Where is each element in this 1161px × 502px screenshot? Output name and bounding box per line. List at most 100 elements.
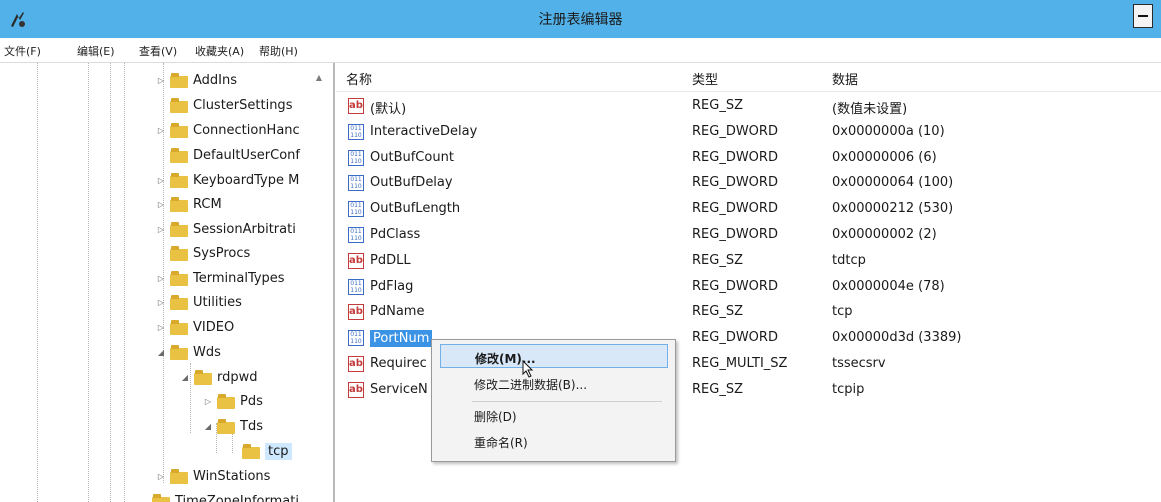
menu-edit[interactable]: 编辑(E) <box>77 43 115 59</box>
tree-item-timezoneinformation[interactable]: TimeZoneInformati <box>138 489 299 502</box>
folder-icon <box>170 148 188 163</box>
value-type: REG_DWORD <box>692 330 778 345</box>
value-name: PdClass <box>370 227 420 242</box>
table-row[interactable]: abPdNameREG_SZtcp <box>336 299 1161 325</box>
folder-icon <box>170 295 188 310</box>
binary-value-icon: 011 110 <box>348 279 364 295</box>
table-row[interactable]: abPdDLLREG_SZtdtcp <box>336 248 1161 274</box>
title-bar: 注册表编辑器 <box>0 0 1161 38</box>
column-header-data[interactable]: 数据 <box>832 69 858 88</box>
context-menu: 修改(M)... 修改二进制数据(B)... 删除(D) 重命名(R) <box>431 339 676 462</box>
table-row[interactable]: 011 110OutBufLengthREG_DWORD0x00000212 (… <box>336 196 1161 222</box>
table-row[interactable]: 011 110PdClassREG_DWORD0x00000002 (2) <box>336 222 1161 248</box>
value-name: PortNum <box>370 330 432 347</box>
scroll-up-arrow-icon[interactable]: ▲ <box>312 71 326 85</box>
minimize-button[interactable] <box>1133 4 1153 28</box>
expand-icon[interactable]: ▷ <box>156 200 166 209</box>
value-data: 0x00000212 (530) <box>832 201 953 216</box>
value-type: REG_SZ <box>692 98 743 113</box>
string-value-icon: ab <box>348 98 364 114</box>
collapse-icon[interactable]: ◢ <box>156 348 166 357</box>
collapse-icon[interactable]: ◢ <box>180 373 190 382</box>
tree-item-wds[interactable]: ◢ Wds <box>156 340 221 364</box>
tree-item-defaultuserconf[interactable]: DefaultUserConf <box>156 143 300 167</box>
tree-item-tcp[interactable]: tcp <box>228 439 292 463</box>
context-menu-delete[interactable]: 删除(D) <box>440 403 668 427</box>
value-name: InteractiveDelay <box>370 124 477 139</box>
value-data: tssecsrv <box>832 356 886 371</box>
table-row[interactable]: 011 110PdFlagREG_DWORD0x0000004e (78) <box>336 274 1161 300</box>
column-header-type[interactable]: 类型 <box>692 69 718 88</box>
table-row[interactable]: ab(默认)REG_SZ(数值未设置) <box>336 93 1161 119</box>
folder-icon <box>217 394 235 409</box>
tree-label: ClusterSettings <box>193 98 292 113</box>
tree-item-addins[interactable]: ▷ AddIns <box>156 68 237 92</box>
tree-label: VIDEO <box>193 320 234 335</box>
expand-icon[interactable]: ▷ <box>156 126 166 135</box>
value-data: tdtcp <box>832 253 866 268</box>
tree-label: KeyboardType M <box>193 173 299 188</box>
tree-item-rdpwd[interactable]: ◢ rdpwd <box>180 365 258 389</box>
tree-item-winstations[interactable]: ▷ WinStations <box>156 464 270 488</box>
value-type: REG_SZ <box>692 304 743 319</box>
expand-icon[interactable]: ▷ <box>203 397 213 406</box>
value-data: tcp <box>832 304 853 319</box>
folder-icon <box>217 419 235 434</box>
table-row[interactable]: 011 110InteractiveDelayREG_DWORD0x000000… <box>336 119 1161 145</box>
menu-help[interactable]: 帮助(H) <box>259 43 298 59</box>
expand-icon[interactable]: ▷ <box>156 274 166 283</box>
menu-favorites[interactable]: 收藏夹(A) <box>195 43 244 59</box>
menu-view[interactable]: 查看(V) <box>139 43 177 59</box>
tree-item-utilities[interactable]: ▷ Utilities <box>156 290 242 314</box>
folder-icon <box>170 98 188 113</box>
value-type: REG_DWORD <box>692 124 778 139</box>
tree-item-sessionarbitration[interactable]: ▷ SessionArbitrati <box>156 217 296 241</box>
value-name: ServiceN <box>370 382 428 397</box>
value-name: (默认) <box>370 98 406 117</box>
tree-item-pds[interactable]: ▷ Pds <box>203 389 263 413</box>
tree-label: ConnectionHanc <box>193 123 300 138</box>
tree-item-video[interactable]: ▷ VIDEO <box>156 315 234 339</box>
tree-label: tcp <box>265 443 292 460</box>
expand-icon[interactable]: ▷ <box>156 176 166 185</box>
tree-item-clustersettings[interactable]: ClusterSettings <box>156 93 292 117</box>
value-type: REG_DWORD <box>692 227 778 242</box>
tree-item-sysprocs[interactable]: SysProcs <box>156 241 250 265</box>
window-title: 注册表编辑器 <box>0 9 1161 29</box>
context-menu-rename[interactable]: 重命名(R) <box>440 429 668 453</box>
tree-item-terminaltypes[interactable]: ▷ TerminalTypes <box>156 266 285 290</box>
value-type: REG_DWORD <box>692 201 778 216</box>
context-menu-modify-binary[interactable]: 修改二进制数据(B)... <box>440 371 668 395</box>
value-name: OutBufLength <box>370 201 460 216</box>
folder-icon <box>170 73 188 88</box>
value-data: 0x00000006 (6) <box>832 150 937 165</box>
expand-icon[interactable]: ▷ <box>156 323 166 332</box>
value-type: REG_DWORD <box>692 150 778 165</box>
value-data: 0x00000002 (2) <box>832 227 937 242</box>
table-row[interactable]: 011 110OutBufCountREG_DWORD0x00000006 (6… <box>336 145 1161 171</box>
expand-icon[interactable]: ▷ <box>156 298 166 307</box>
expand-icon[interactable]: ▷ <box>156 472 166 481</box>
string-value-icon: ab <box>348 382 364 398</box>
value-data: 0x00000d3d (3389) <box>832 330 961 345</box>
binary-value-icon: 011 110 <box>348 150 364 166</box>
tree-item-keyboardtype[interactable]: ▷ KeyboardType M <box>156 168 299 192</box>
string-value-icon: ab <box>348 253 364 269</box>
string-value-icon: ab <box>348 356 364 372</box>
folder-icon <box>170 469 188 484</box>
tree-label: SessionArbitrati <box>193 222 296 237</box>
key-tree[interactable]: ▷ AddIns ClusterSettings ▷ ConnectionHan… <box>0 63 335 502</box>
context-menu-label: 修改二进制数据(B)... <box>474 376 587 393</box>
value-type: REG_SZ <box>692 382 743 397</box>
column-header-name[interactable]: 名称 <box>346 69 372 88</box>
tree-item-tds[interactable]: ◢ Tds <box>203 414 263 438</box>
tree-item-connectionhandler[interactable]: ▷ ConnectionHanc <box>156 118 300 142</box>
table-row[interactable]: 011 110OutBufDelayREG_DWORD0x00000064 (1… <box>336 170 1161 196</box>
collapse-icon[interactable]: ◢ <box>203 422 213 431</box>
expand-icon[interactable]: ▷ <box>156 225 166 234</box>
tree-label: Utilities <box>193 295 242 310</box>
context-menu-modify[interactable]: 修改(M)... <box>440 344 668 368</box>
tree-item-rcm[interactable]: ▷ RCM <box>156 192 222 216</box>
menu-file[interactable]: 文件(F) <box>4 43 41 59</box>
expand-icon[interactable]: ▷ <box>156 76 166 85</box>
